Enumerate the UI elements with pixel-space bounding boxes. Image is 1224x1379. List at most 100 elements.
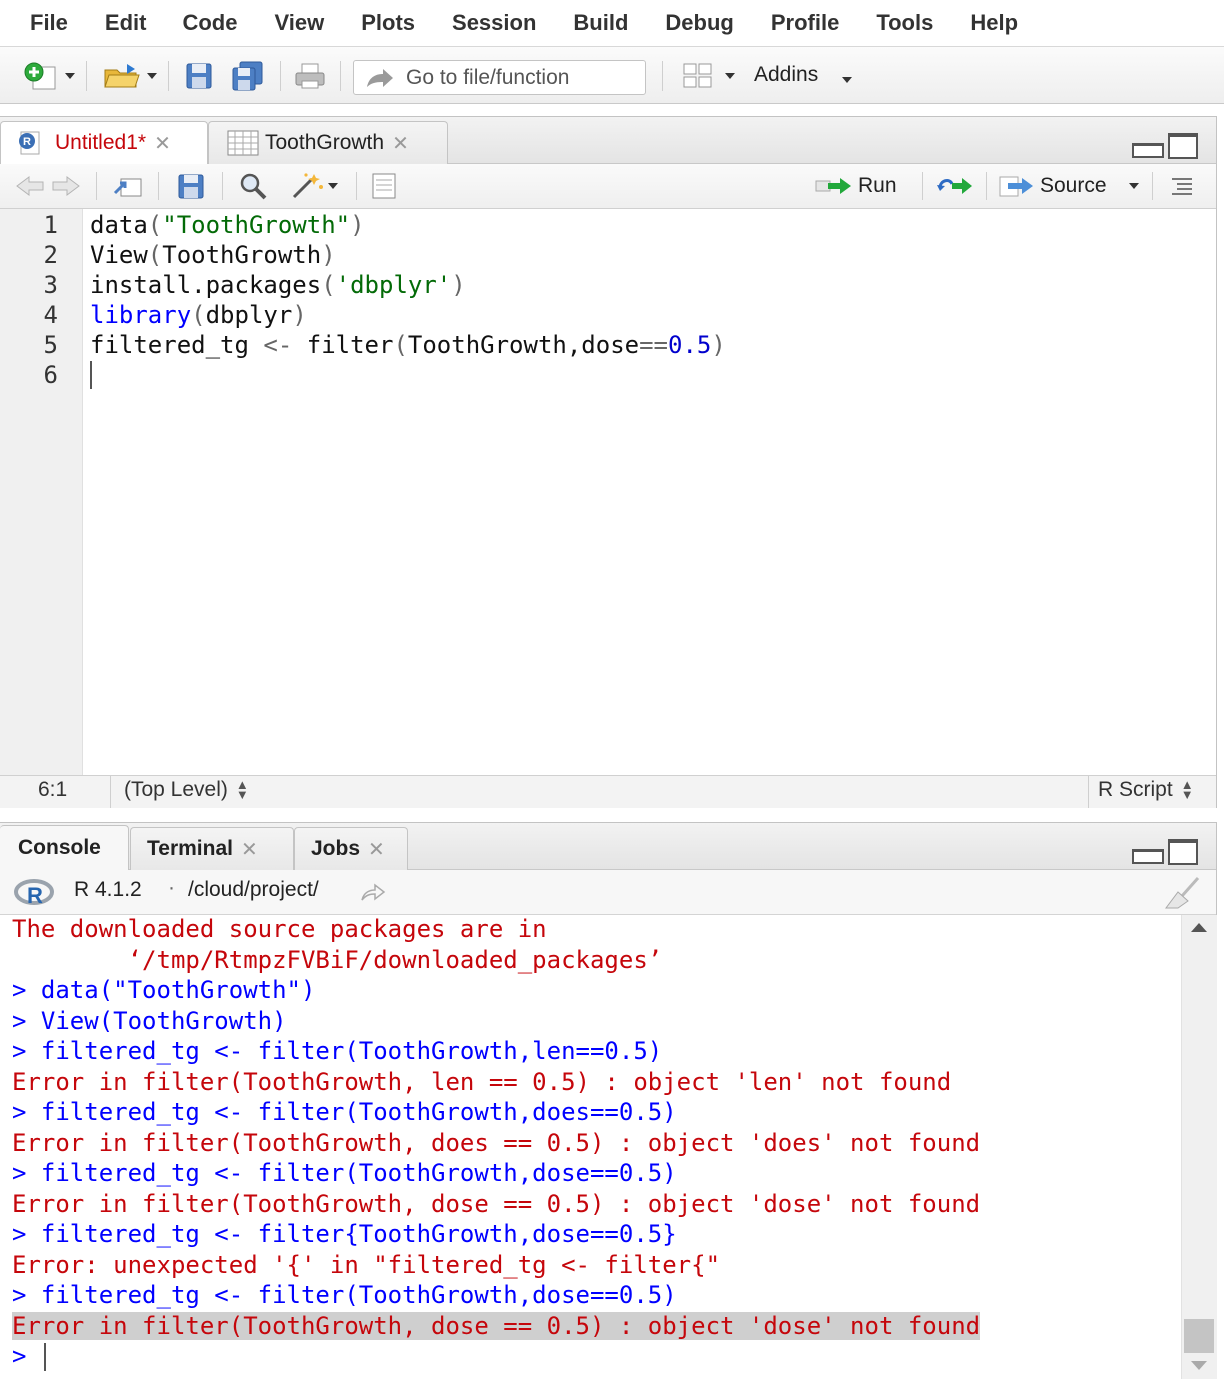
maximize-pane-button[interactable] [1168,133,1198,159]
token: ) [292,301,307,329]
forward-button[interactable] [50,172,82,200]
broom-icon[interactable] [1164,876,1204,910]
filetype-selector[interactable]: R Script ▲ ▼ [1098,778,1194,802]
editor-toolbar: Run Source [0,164,1216,209]
close-icon[interactable]: ✕ [241,837,258,862]
close-icon[interactable]: ✕ [154,131,171,156]
scroll-down-icon[interactable] [1191,1361,1207,1370]
code-line-3: install.packages('dbplyr') [90,271,466,299]
tab-jobs[interactable]: Jobs ✕ [294,827,408,870]
minimize-pane-button[interactable] [1132,849,1164,864]
save-editor-button[interactable] [172,172,210,200]
data-grid-icon [227,130,259,156]
run-arrow-icon [815,178,851,194]
magic-wand-icon [292,173,323,199]
minimize-pane-button[interactable] [1132,143,1164,158]
svg-text:R: R [27,883,43,908]
menu-debug[interactable]: Debug [665,10,733,36]
code-tools-button[interactable] [282,172,346,200]
console-output[interactable]: The downloaded source packages are in ‘/… [0,915,1180,1379]
token: data [90,211,148,239]
scope-selector[interactable]: (Top Level) ▲ ▼ [124,778,249,802]
run-button[interactable]: Run [814,171,906,201]
scroll-up-icon[interactable] [1191,923,1207,932]
console-line: Error in filter(ToothGrowth, does == 0.5… [12,1129,981,1157]
tab-toothgrowth[interactable]: ToothGrowth ✕ [208,121,448,164]
menu-plots[interactable]: Plots [361,10,415,36]
source-button[interactable]: Source [996,171,1144,201]
tab-untitled1[interactable]: R Untitled1* ✕ [0,121,208,164]
r-logo-icon: R [14,879,54,908]
svg-text:R: R [23,136,31,148]
menu-help[interactable]: Help [970,10,1018,36]
line-number: 3 [43,271,58,299]
save-all-button[interactable] [226,60,270,92]
filetype-label: R Script [1098,778,1173,801]
menu-file[interactable]: File [30,10,68,36]
open-file-button[interactable] [96,60,162,92]
token: ( [393,331,408,359]
working-directory[interactable]: /cloud/project/ [188,878,319,902]
updown-icon: ▲ ▼ [1180,777,1194,802]
close-icon[interactable]: ✕ [392,131,409,156]
menu-edit[interactable]: Edit [105,10,147,36]
menu-code[interactable]: Code [182,10,237,36]
token: ToothGrowth [162,241,322,269]
close-icon[interactable]: ✕ [368,837,385,862]
scope-label: (Top Level) [124,778,228,801]
grid-icon [683,63,712,88]
source-label: Source [1040,174,1107,197]
rerun-button[interactable] [932,172,976,200]
print-button[interactable] [290,60,330,92]
chevron-down-icon [65,73,75,79]
separator-dot: · [168,876,175,899]
text-cursor [90,361,92,389]
chevron-down-icon [147,73,157,79]
menu-profile[interactable]: Profile [771,10,839,36]
document-outline-button[interactable] [1164,172,1200,200]
arrow-forward-icon [367,68,393,87]
console-header: R R 4.1.2 · /cloud/project/ [0,870,1216,915]
token: filtered_tg [90,331,264,359]
menu-build[interactable]: Build [573,10,628,36]
menu-session[interactable]: Session [452,10,536,36]
arrow-right-icon [52,176,80,196]
console-line: > data("ToothGrowth") [12,976,316,1004]
show-in-window-button[interactable] [108,172,146,200]
back-button[interactable] [14,172,46,200]
token: == [639,331,668,359]
save-button[interactable] [180,60,218,92]
token: ToothGrowth,dose [407,331,640,359]
tab-terminal[interactable]: Terminal ✕ [130,827,294,870]
compile-report-button[interactable] [366,172,402,200]
maximize-pane-button[interactable] [1168,839,1198,865]
token: ) [451,271,466,299]
addins-button[interactable]: Addins [754,63,818,87]
tab-terminal-label: Terminal [147,837,233,860]
workspace-panes-button[interactable] [676,60,740,92]
find-replace-button[interactable] [234,172,272,200]
new-file-button[interactable] [14,60,82,92]
arrow-forward-icon[interactable] [360,882,386,904]
text-cursor [44,1343,46,1371]
tab-untitled1-label: Untitled1* [55,131,147,154]
menu-view[interactable]: View [274,10,324,36]
console-line: Error in filter(ToothGrowth, len == 0.5)… [12,1068,952,1096]
tab-console[interactable]: Console [0,825,129,870]
console-line: > View(ToothGrowth) [12,1007,287,1035]
console-scrollbar[interactable] [1181,915,1217,1379]
token: <- [263,331,293,359]
editor-tab-bar: R Untitled1* ✕ ToothGrowth ✕ [0,117,1216,164]
go-to-file-input[interactable]: Go to file/function [353,60,646,95]
line-number-gutter: 1 2 3 4 5 6 [0,209,83,775]
go-to-file-placeholder: Go to file/function [406,65,570,89]
code-editor[interactable]: 1 2 3 4 5 6 data("ToothGrowth") View(Too… [0,209,1216,775]
search-icon [240,173,267,200]
token: ( [147,241,163,269]
code-line-5: filtered_tg <- filter(ToothGrowth,dose==… [90,331,726,359]
scrollbar-thumb[interactable] [1184,1319,1214,1353]
tab-jobs-label: Jobs [311,837,361,860]
chevron-down-icon [1128,183,1139,189]
menu-tools[interactable]: Tools [876,10,933,36]
token: dbplyr [205,301,293,329]
